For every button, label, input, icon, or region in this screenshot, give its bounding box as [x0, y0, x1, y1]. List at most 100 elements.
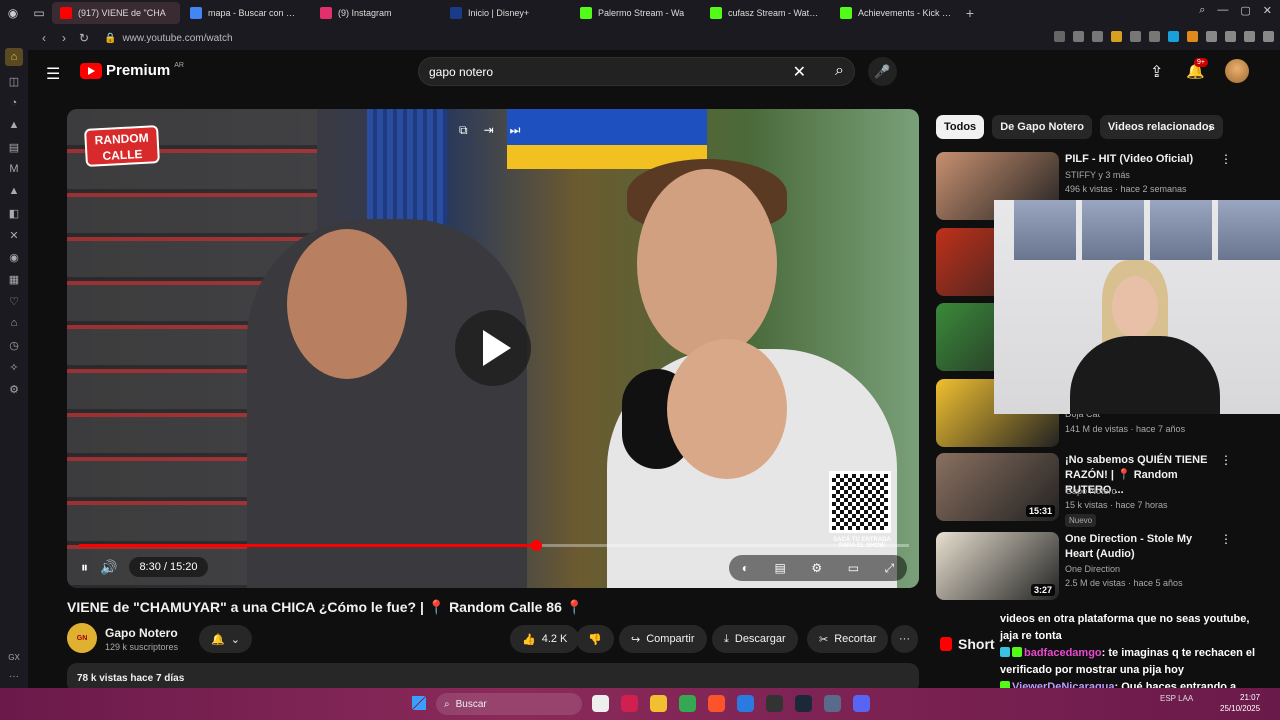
dislike-button[interactable]: 👎	[576, 625, 614, 653]
pin-icon[interactable]	[1073, 31, 1084, 42]
video-player[interactable]: RANDOM CALLE SACÁ TU ENTRADA PARA EL SHO…	[67, 109, 919, 588]
chip-all[interactable]: Todos	[936, 115, 985, 139]
url-field[interactable]: 🔒 www.youtube.com/watch	[104, 33, 233, 44]
sidebar-more-icon[interactable]: ···	[9, 671, 19, 682]
home-icon[interactable]: ⌂	[5, 48, 23, 66]
download-icon[interactable]	[1130, 31, 1141, 42]
settings-gear-icon[interactable]: ⚙	[811, 561, 822, 575]
search-tabs-icon[interactable]: ⌕	[1199, 4, 1205, 17]
shop-icon[interactable]: ▲	[7, 118, 21, 132]
chip-related[interactable]: Videos relacionados	[1099, 115, 1223, 139]
windows-start-icon[interactable]	[412, 696, 426, 710]
apps-icon[interactable]: ▦	[7, 272, 21, 286]
zoom-icon[interactable]	[1054, 31, 1065, 42]
rec-channel[interactable]: Gapo Notero	[1065, 486, 1117, 496]
minimize-button[interactable]: —	[1217, 4, 1228, 17]
rec-channel[interactable]: One Direction	[1065, 564, 1120, 574]
taskbar-search[interactable]: ⌕ Buscar	[436, 693, 582, 715]
opera-gx-taskbar-icon[interactable]	[621, 695, 638, 712]
screenshot-icon[interactable]	[1092, 31, 1103, 42]
brave-shield-icon[interactable]	[1187, 31, 1198, 42]
tab-5[interactable]: cufasz Stream - Watch L	[702, 2, 830, 24]
edge-icon[interactable]	[737, 695, 754, 712]
rec-more-icon[interactable]: ⋮	[1220, 152, 1232, 166]
task-view-icon[interactable]	[592, 695, 609, 712]
adblock-shield-icon[interactable]	[1111, 31, 1122, 42]
menu-icon[interactable]	[1263, 31, 1274, 42]
big-play-button[interactable]	[455, 310, 531, 386]
steam-icon[interactable]	[795, 695, 812, 712]
settings-icon[interactable]: ⚙	[7, 382, 21, 396]
discord-icon[interactable]	[853, 695, 870, 712]
messenger-icon[interactable]: M	[7, 162, 21, 176]
opera-gx-menu-icon[interactable]: ◉	[0, 0, 26, 26]
taskbar-clock[interactable]: 21:07 25/10/2025	[1220, 692, 1260, 714]
maximize-button[interactable]: ▢	[1240, 4, 1250, 17]
history-icon[interactable]: ◷	[7, 338, 21, 352]
extensions-icon[interactable]: ✧	[7, 360, 21, 374]
chip-channel[interactable]: De Gapo Notero	[992, 115, 1092, 139]
rec-item-5[interactable]: 3:27 One Direction - Stole My Heart (Aud…	[936, 532, 1236, 600]
search-input[interactable]: gapo notero ✕ ⌕	[418, 57, 855, 86]
news-icon[interactable]: ▤	[7, 140, 21, 154]
gamepad-icon[interactable]: ◫	[7, 74, 21, 88]
rec-more-icon[interactable]: ⋮	[1220, 532, 1232, 546]
rec-channel[interactable]: STIFFY y 3 más	[1065, 170, 1130, 180]
progress-bar[interactable]	[79, 540, 909, 551]
like-button[interactable]: 👍 4.2 K	[510, 625, 580, 653]
clear-search-icon[interactable]: ✕	[793, 62, 806, 82]
chrome-icon[interactable]	[679, 695, 696, 712]
file-explorer-icon[interactable]	[650, 695, 667, 712]
channel-avatar[interactable]: GN	[67, 623, 97, 653]
vpn-icon[interactable]	[1206, 31, 1217, 42]
autoplay-toggle[interactable]: ◐	[742, 561, 749, 575]
tab-1[interactable]: mapa - Buscar con Goog	[182, 2, 310, 24]
new-tab-button[interactable]: +	[960, 5, 980, 21]
favorites-icon[interactable]: ♡	[7, 294, 21, 308]
share-button[interactable]: ↪ Compartir	[619, 625, 707, 653]
tab-2[interactable]: (9) Instagram	[312, 2, 440, 24]
fullscreen-icon[interactable]: ⤢	[885, 561, 895, 576]
rec-title[interactable]: One Direction - Stole My Heart (Audio)	[1065, 532, 1215, 562]
subscribed-bell-button[interactable]: 🔔 ⌄	[199, 625, 252, 653]
cast-icon[interactable]: ⇥	[484, 123, 494, 138]
reload-button[interactable]: ↻	[74, 31, 94, 45]
next-icon[interactable]: ⏭	[510, 123, 521, 138]
kick-icon[interactable]: ▲	[7, 184, 21, 198]
pause-icon[interactable]: ⏸	[81, 559, 88, 576]
miniplayer-icon[interactable]: ⧉	[459, 123, 468, 138]
pinboard-icon[interactable]: ⌂	[7, 316, 21, 330]
tab-island-icon[interactable]: ▭	[26, 0, 52, 26]
player-icon[interactable]: ◉	[7, 250, 21, 264]
rec-more-icon[interactable]: ⋮	[1220, 453, 1232, 467]
x-icon[interactable]: ✕	[7, 228, 21, 242]
twitch-icon[interactable]: ◧	[7, 206, 21, 220]
download-button[interactable]: ⤓ Descargar	[712, 625, 798, 653]
profile-icon[interactable]	[1244, 31, 1255, 42]
puzzle-icon[interactable]	[1225, 31, 1236, 42]
notepad-icon[interactable]	[824, 695, 841, 712]
rec-thumbnail[interactable]: 3:27	[936, 532, 1059, 600]
tab-0[interactable]: (917) VIENE de "CHA	[52, 2, 180, 24]
tab-3[interactable]: Inicio | Disney+	[442, 2, 570, 24]
rec-thumbnail[interactable]: 15:31	[936, 453, 1059, 521]
subtitles-icon[interactable]: ▤	[775, 561, 786, 575]
language-indicator[interactable]: ESP LAA	[1160, 694, 1193, 703]
heart-icon[interactable]	[1149, 31, 1160, 42]
clip-button[interactable]: ✂ Recortar	[807, 625, 889, 653]
voice-search-mic-icon[interactable]: 🎤	[868, 57, 897, 86]
progress-scrubber[interactable]	[530, 540, 542, 551]
speed-icon[interactable]: ◔	[7, 96, 21, 110]
channel-name[interactable]: Gapo Notero	[105, 626, 178, 640]
tab-4[interactable]: Palermo Stream - Wa	[572, 2, 700, 24]
more-actions-button[interactable]: ···	[891, 625, 918, 653]
back-button[interactable]: ‹	[34, 31, 54, 45]
volume-icon[interactable]: 🔊	[100, 559, 117, 576]
brave-icon[interactable]	[708, 695, 725, 712]
youtube-logo[interactable]: Premium AR	[80, 62, 184, 79]
theater-mode-icon[interactable]: ▭	[848, 561, 859, 575]
forward-button[interactable]: ›	[54, 31, 74, 45]
close-window-button[interactable]: ✕	[1263, 4, 1272, 17]
obs-icon[interactable]	[766, 695, 783, 712]
notifications-bell-icon[interactable]: 🔔 9+	[1186, 58, 1208, 80]
